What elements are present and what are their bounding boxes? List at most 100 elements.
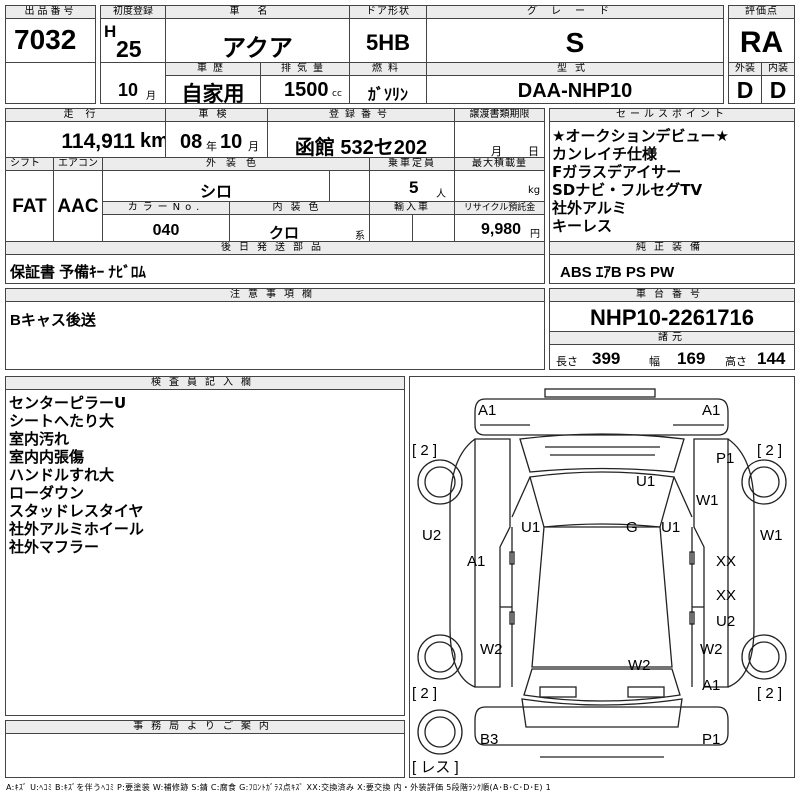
mark-g-roof: G [626, 519, 638, 536]
length-value: 399 [592, 349, 621, 368]
model-label: 型式 [426, 62, 724, 76]
fuel-label: 燃料 [349, 62, 427, 76]
sales-point-item: Fガラスデアイサー [552, 163, 682, 181]
int-grade-value: D [769, 77, 787, 103]
mark-w2-right: W2 [700, 641, 723, 658]
ac-label: エアコン [53, 157, 103, 171]
inspection-year-unit: 年 [206, 140, 217, 153]
ext-color-extra-cell [329, 170, 370, 202]
int-color-unit: 系 [355, 231, 365, 242]
chassis-value: NHP10-2261716 [590, 305, 754, 330]
inspection-label: 車検 [165, 108, 268, 122]
width-label: 幅 [649, 355, 660, 368]
first-reg-label: 初度登録 [100, 5, 166, 19]
plate-label: 登録番号 [267, 108, 455, 122]
mark-tire-rl: [ 2 ] [412, 685, 437, 702]
sales-points-list: ★オークションデビュー★ カンレイチ仕様 Fガラスデアイサー SDナビ・フルセグ… [552, 127, 792, 235]
reg-month: 10 [118, 80, 139, 100]
sales-point-item: 社外アルミ [552, 199, 627, 217]
fuel-value: ｶﾞｿﾘﾝ [367, 87, 408, 104]
door-label: ドア形状 [349, 5, 427, 19]
notes-label: 注意事項欄 [5, 288, 545, 302]
mark-w2-rear: W2 [628, 657, 651, 674]
height-value: 144 [757, 349, 786, 368]
mark-u1-left-pillar: U1 [521, 519, 540, 536]
mark-w1-side: W1 [760, 527, 783, 544]
max-load-label: 最大積載量 [454, 157, 545, 171]
later-parts-label: 後日発送部品 [5, 241, 545, 255]
inspector-item: スタッドレスタイヤ [9, 502, 144, 520]
max-load-unit: kg [528, 185, 541, 196]
lot-no-sub-cell [5, 62, 96, 104]
mark-front-left: A1 [478, 402, 496, 419]
mark-u2-left: U2 [422, 527, 441, 544]
sales-point-item: カンレイチ仕様 [552, 145, 658, 163]
capacity-value: 5 [409, 178, 419, 197]
inspector-item: シートへたり大 [9, 412, 115, 430]
ac-value: AAC [57, 196, 99, 217]
mark-a1-rear: A1 [702, 677, 720, 694]
door-value: 5HB [365, 30, 410, 55]
displacement-label: 排気量 [260, 62, 350, 76]
genuine-equipment-label: 純正装備 [549, 241, 795, 255]
length-label: 長さ [556, 355, 578, 368]
car-name-label: 車名 [165, 5, 350, 19]
mark-front-right: A1 [702, 402, 720, 419]
mark-u1-hood: U1 [636, 473, 655, 490]
history-value: 自家用 [181, 83, 245, 106]
mark-u1-right-pillar: U1 [661, 519, 680, 536]
inspector-item: ハンドルすれ大 [9, 466, 115, 484]
mark-spare: [ レス ] [412, 759, 459, 776]
inspector-list: センターピラーU シートへたり大 室内汚れ 室内内張傷 ハンドルすれ大 ローダウ… [9, 394, 399, 556]
lot-no-label: 出品番号 [5, 5, 96, 19]
inspection-month-unit: 月 [248, 140, 259, 153]
reg-year: 25 [116, 36, 142, 62]
inspector-item: 社外マフラー [9, 538, 100, 556]
mark-w2-left: W2 [480, 641, 503, 658]
ext-color-value: シロ [199, 184, 232, 201]
recycle-unit: 円 [530, 229, 540, 240]
genuine-equipment-value: ABS ｴｱB PS PW [560, 264, 675, 281]
damage-legend: A:ｷｽﾞ U:ﾍｺﾐ B:ｷｽﾞを伴うﾍｺﾐ P:要塗装 W:補修跡 S:錆 … [6, 783, 551, 792]
displacement-unit: cc [332, 89, 342, 99]
mark-w1-fender: W1 [696, 492, 719, 509]
history-label: 車歴 [165, 62, 261, 76]
recycle-label: リサイクル預託金 [454, 201, 545, 215]
office-label: 事務局よりご案内 [5, 720, 405, 734]
inspector-item: 社外アルミホイール [9, 520, 144, 538]
shift-value: FAT [12, 196, 47, 217]
inspector-label: 検査員記入欄 [5, 376, 405, 390]
sales-point-item: ★オークションデビュー★ [552, 127, 729, 145]
car-diagram: A1 A1 [ 2 ] [ 2 ] P1 U1 W1 U2 U1 G U1 W1… [412, 388, 787, 776]
mark-xx-right-1: XX [716, 553, 736, 570]
capacity-unit: 人 [436, 189, 446, 200]
reg-month-unit: 月 [146, 91, 156, 102]
mileage-label: 走行 [5, 108, 166, 122]
sales-point-item: SDナビ・フルセグTV [552, 181, 703, 199]
notes-value: Bキャス後送 [10, 312, 96, 329]
mark-p1-front: P1 [716, 450, 734, 467]
grade-label: グレード [426, 5, 724, 19]
mileage-value: 114,911 [61, 130, 135, 153]
inspector-item: センターピラーU [9, 394, 127, 412]
import-label: 輸入車 [369, 201, 455, 215]
shift-label: シフト [5, 157, 54, 171]
displacement-value: 1500 [284, 79, 329, 101]
import-inner-box [412, 214, 455, 242]
mark-p1-rear: P1 [702, 731, 720, 748]
chassis-label: 車台番号 [549, 288, 795, 302]
mark-tire-fl: [ 2 ] [412, 442, 437, 459]
ext-grade-value: D [736, 77, 754, 103]
lot-no-value: 7032 [14, 24, 77, 55]
score-value: RA [739, 26, 784, 59]
int-color-value: クロ [268, 225, 299, 242]
width-value: 169 [677, 349, 706, 368]
grade-value: S [565, 27, 585, 58]
capacity-label: 乗車定員 [369, 157, 455, 171]
int-grade-label: 内装 [761, 62, 795, 76]
color-no-label: カラーNo. [102, 201, 230, 215]
era-letter: H [104, 22, 117, 41]
model-value: DAA-NHP10 [517, 80, 633, 102]
inspector-item: ローダウン [9, 484, 85, 502]
mark-b3-rear: B3 [480, 731, 498, 748]
